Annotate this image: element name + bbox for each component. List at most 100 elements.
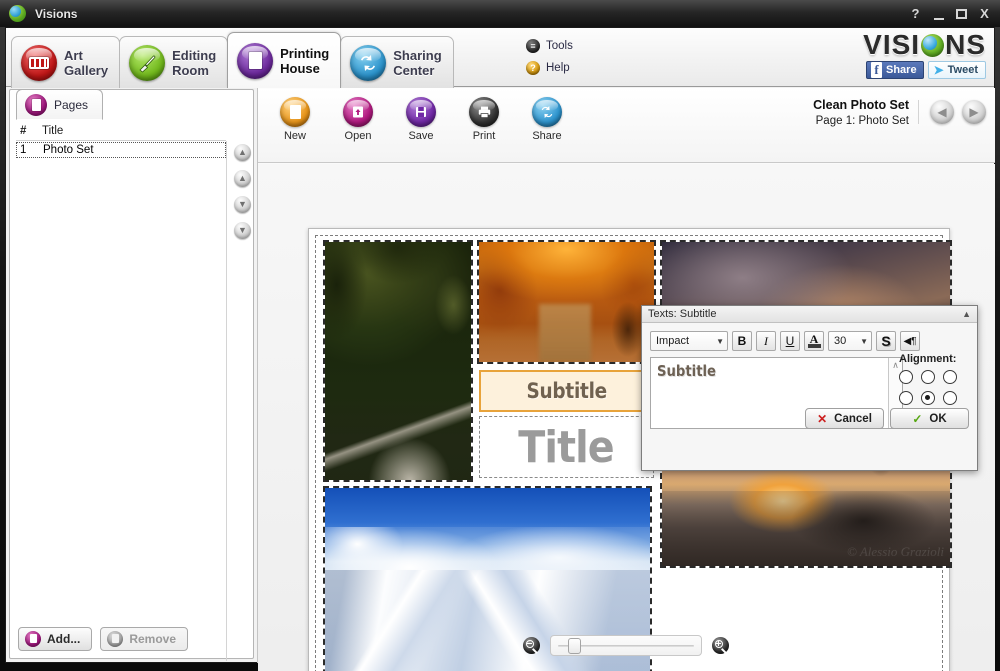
next-page-button[interactable]: ▶	[962, 100, 986, 124]
tools-menu-link[interactable]: ≡ Tools	[526, 35, 573, 57]
twitter-tweet-button[interactable]: ➤ Tweet	[927, 61, 986, 79]
facebook-share-button[interactable]: f Share	[866, 61, 924, 79]
bold-button[interactable]: B	[732, 331, 752, 351]
align-middle-left[interactable]	[899, 391, 913, 405]
save-button[interactable]: Save	[396, 97, 446, 142]
help-label: Help	[546, 62, 570, 74]
help-button[interactable]: ?	[905, 4, 926, 23]
brush-icon	[129, 44, 166, 81]
window-controls: ? X	[905, 0, 995, 27]
tab-art-gallery[interactable]: Art Gallery	[11, 36, 121, 88]
ok-button[interactable]: ✓ OK	[890, 408, 969, 429]
zoom-in-icon[interactable]	[711, 636, 729, 654]
cancel-button[interactable]: ✕ Cancel	[805, 408, 884, 429]
tab-editing-room[interactable]: Editing Room	[119, 36, 229, 88]
facebook-icon: f	[871, 62, 882, 78]
move-down-button[interactable]: ▼	[234, 196, 251, 213]
close-button[interactable]: X	[974, 4, 995, 23]
share-arrows-icon	[532, 97, 562, 127]
film-icon	[21, 44, 57, 81]
dialog-actions: ✕ Cancel ✓ OK	[805, 408, 969, 429]
toolbar-items: New Open Save Print Share	[270, 97, 572, 142]
minimize-button[interactable]	[928, 4, 949, 23]
printer-icon	[469, 97, 499, 127]
page-title: Clean Photo Set	[813, 98, 909, 112]
table-row[interactable]: 1 Photo Set	[16, 142, 226, 158]
italic-button[interactable]: I	[756, 331, 776, 351]
open-button[interactable]: Open	[333, 97, 383, 142]
question-icon: ?	[526, 61, 540, 75]
font-family-value: Impact	[656, 335, 690, 347]
texts-subtitle-dialog: Texts: Subtitle ▲ Impact ▼ B I U A 30 ▼	[641, 305, 978, 471]
move-up-button[interactable]: ▲	[234, 170, 251, 187]
toolbar-label: Save	[408, 130, 434, 142]
close-icon: ✕	[817, 411, 828, 426]
font-color-button[interactable]: A	[804, 331, 824, 351]
photo-autumn-lane[interactable]	[477, 240, 656, 364]
alignment-label: Alignment:	[899, 353, 957, 365]
tab-printing-house[interactable]: Printing House	[227, 32, 342, 88]
font-family-select[interactable]: Impact ▼	[650, 331, 728, 351]
title-text-box[interactable]: Title	[479, 416, 654, 478]
align-top-right[interactable]	[943, 370, 957, 384]
tab-sharing-center[interactable]: Sharing Center	[340, 36, 454, 88]
align-top-left[interactable]	[899, 370, 913, 384]
dialog-body: Impact ▼ B I U A 30 ▼ S ◀¶ Subtitle ∧ Al…	[642, 323, 977, 437]
open-folder-icon	[343, 97, 373, 127]
remove-page-button[interactable]: Remove	[100, 627, 189, 651]
previous-page-button[interactable]: ◀	[930, 100, 954, 124]
window-title: Visions	[35, 6, 78, 21]
text-input-value: Subtitle	[657, 362, 716, 380]
facebook-label: Share	[886, 64, 917, 76]
main-tabs: Art Gallery Editing Room Printing House …	[11, 32, 454, 88]
pages-tab[interactable]: Pages	[16, 89, 104, 120]
text-direction-button[interactable]: ◀¶	[900, 331, 920, 351]
zoom-out-icon[interactable]	[522, 636, 540, 654]
scroll-up-icon[interactable]: ∧	[892, 360, 899, 371]
share-button[interactable]: Share	[522, 97, 572, 142]
collapse-icon[interactable]: ▲	[962, 309, 971, 319]
window-body: Art Gallery Editing Room Printing House …	[5, 27, 995, 671]
photo-watermark: © Alessio Grazioli	[846, 544, 944, 559]
text-shadow-button[interactable]: S	[876, 331, 896, 351]
print-button[interactable]: Print	[459, 97, 509, 142]
brand-text-part2: NS	[945, 29, 986, 60]
align-middle-center[interactable]	[921, 391, 935, 405]
pages-list-header: # Title	[16, 122, 226, 141]
brand-logo: VISI NS	[863, 30, 986, 60]
page-navigation: ◀ ▶	[918, 100, 986, 124]
row-title: Photo Set	[43, 144, 94, 156]
toolbar-label: Open	[344, 130, 372, 142]
align-middle-right[interactable]	[943, 391, 957, 405]
zoom-slider[interactable]	[549, 634, 702, 656]
page-subtitle: Page 1: Photo Set	[815, 115, 909, 127]
align-top-center[interactable]	[921, 370, 935, 384]
font-size-select[interactable]: 30 ▼	[828, 331, 872, 351]
ribbon-links: ≡ Tools ? Help	[526, 35, 573, 79]
dialog-title-bar[interactable]: Texts: Subtitle ▲	[642, 306, 977, 323]
photo-autumn-path[interactable]	[323, 240, 473, 482]
social-buttons: f Share ➤ Tweet	[863, 61, 986, 79]
remove-label: Remove	[129, 632, 177, 646]
help-menu-link[interactable]: ? Help	[526, 57, 573, 79]
floppy-disk-icon	[406, 97, 436, 127]
chevron-down-icon: ▼	[716, 336, 724, 346]
underline-button[interactable]: U	[780, 331, 800, 351]
add-page-button[interactable]: Add...	[18, 627, 93, 651]
check-icon: ✓	[912, 411, 923, 426]
maximize-button[interactable]	[951, 4, 972, 23]
subtitle-text-box[interactable]: Subtitle	[479, 370, 654, 412]
move-to-bottom-button[interactable]: ▼	[234, 222, 251, 239]
new-document-icon	[280, 97, 310, 127]
page-order-buttons: ▲ ▲ ▼ ▼	[234, 144, 251, 239]
document-toolbar: New Open Save Print Share Clean Photo Se…	[258, 88, 995, 163]
app-logo-icon	[9, 5, 26, 22]
pages-panel-actions: Add... Remove	[18, 627, 189, 651]
ok-label: OK	[929, 412, 947, 425]
zoom-slider-handle[interactable]	[567, 637, 581, 654]
title-bar: Visions ? X	[0, 0, 1000, 27]
move-to-top-button[interactable]: ▲	[234, 144, 251, 161]
ribbon-bar: Art Gallery Editing Room Printing House …	[6, 28, 994, 88]
new-button[interactable]: New	[270, 97, 320, 142]
tab-label: Art Gallery	[64, 47, 109, 78]
